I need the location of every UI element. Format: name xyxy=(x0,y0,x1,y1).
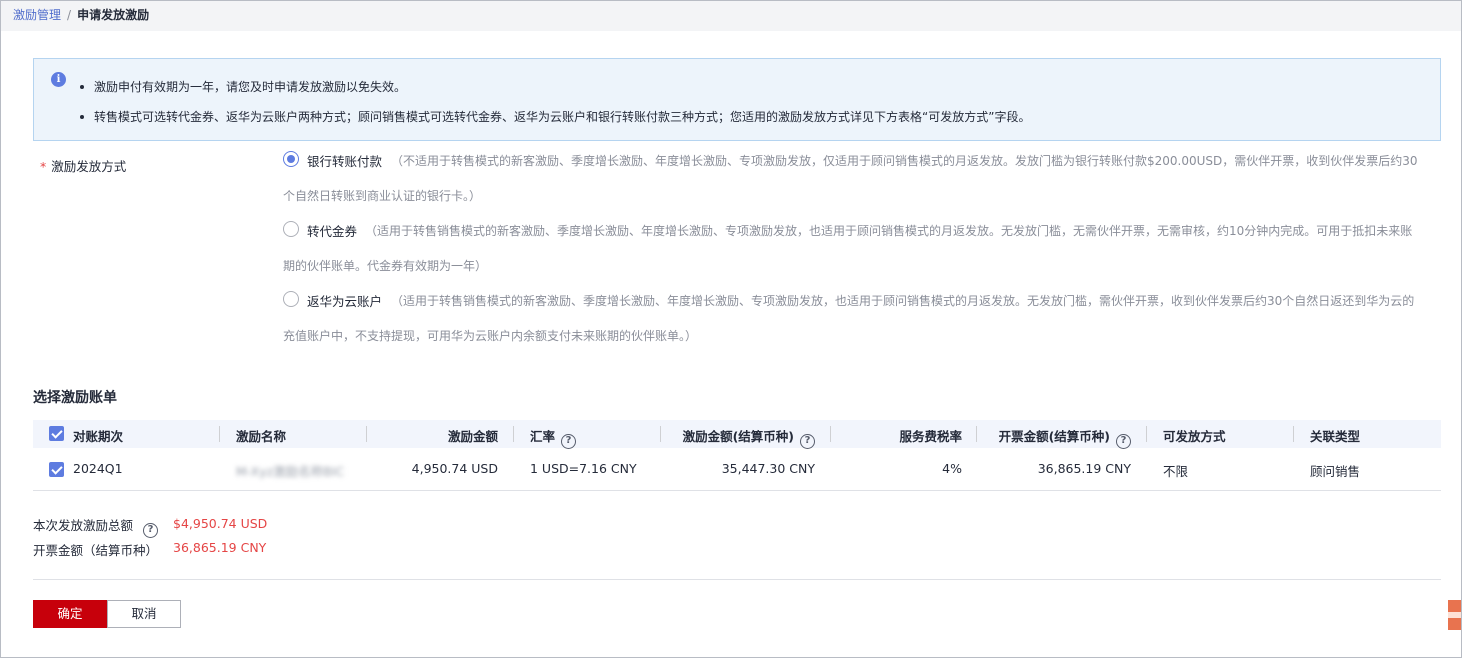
header-tax-rate[interactable]: 服务费税率 xyxy=(899,426,962,445)
breadcrumb: 激励管理 / 申请发放激励 xyxy=(13,6,149,23)
help-icon[interactable]: ? xyxy=(1116,434,1131,449)
help-icon[interactable]: ? xyxy=(143,523,159,538)
radio-button[interactable] xyxy=(283,221,299,237)
payout-method-label: * 激励发放方式 xyxy=(40,156,126,175)
header-type[interactable]: 关联类型 xyxy=(1310,426,1360,445)
cell-period: 2024Q1 xyxy=(73,461,123,476)
info-icon: i xyxy=(51,72,66,87)
radio-option-description-cont: 期的伙伴账单。代金券有效期为一年） xyxy=(283,259,488,273)
section-title-select-bills: 选择激励账单 xyxy=(33,390,117,406)
radio-option-description: （适用于转售销售模式的新客激励、季度增长激励、年度增长激励、专项激励发放，也适用… xyxy=(365,224,1413,238)
column-divider[interactable] xyxy=(366,426,367,442)
select-all-checkbox[interactable] xyxy=(49,426,64,441)
radio-option-label[interactable]: 银行转账付款 xyxy=(307,151,382,170)
summary-total-label-text: 本次发放激励总额 xyxy=(33,518,134,533)
top-bar: 激励管理 / 申请发放激励 xyxy=(1,1,1461,31)
confirm-button[interactable]: 确定 xyxy=(33,600,107,628)
breadcrumb-link-incentive-management[interactable]: 激励管理 xyxy=(13,8,61,22)
help-icon[interactable]: ? xyxy=(800,434,815,449)
radio-option-description: （适用于转售销售模式的新客激励、季度增长激励、年度增长激励、专项激励发放，也适用… xyxy=(391,294,1415,308)
cell-invoice-amount: 36,865.19 CNY xyxy=(1037,461,1131,476)
radio-option-label[interactable]: 转代金券 xyxy=(307,221,357,240)
column-divider[interactable] xyxy=(660,426,661,442)
cancel-button[interactable]: 取消 xyxy=(107,600,181,628)
column-divider[interactable] xyxy=(219,426,220,442)
header-name[interactable]: 激励名称 xyxy=(236,426,286,445)
notice-item-text: 转售模式可选转代金券、返华为云账户两种方式；顾问销售模式可选转代金券、返华为云账… xyxy=(94,110,1031,124)
cell-name: M-Xyz激励名称BIC xyxy=(236,464,345,479)
radio-button[interactable] xyxy=(283,151,299,167)
notice-item: 转售模式可选转代金券、返华为云账户两种方式；顾问销售模式可选转代金券、返华为云账… xyxy=(80,108,1030,125)
cell-amount: 4,950.74 USD xyxy=(411,461,498,476)
row-checkbox[interactable] xyxy=(49,462,64,477)
cell-tax-rate: 4% xyxy=(942,461,962,476)
notice-banner: i 激励申付有效期为一年，请您及时申请发放激励以免失效。 转售模式可选转代金券、… xyxy=(33,58,1441,141)
header-settle-amount[interactable]: 激励金额(结算币种)? xyxy=(683,426,815,449)
cell-settle-amount: 35,447.30 CNY xyxy=(721,461,815,476)
column-divider[interactable] xyxy=(1146,426,1147,442)
column-divider[interactable] xyxy=(830,426,831,442)
breadcrumb-current-page: 申请发放激励 xyxy=(77,8,150,22)
header-invoice-amount[interactable]: 开票金额(结算币种)? xyxy=(999,426,1131,449)
summary-invoice-label: 开票金额（结算币种） xyxy=(33,543,159,558)
header-amount[interactable]: 激励金额 xyxy=(448,426,498,445)
cell-rate: 1 USD=7.16 CNY xyxy=(530,461,637,476)
cell-type: 顾问销售 xyxy=(1310,464,1361,479)
column-divider[interactable] xyxy=(976,426,977,442)
cell-method: 不限 xyxy=(1163,464,1189,479)
column-divider[interactable] xyxy=(513,426,514,442)
header-period[interactable]: 对账期次 xyxy=(73,426,123,445)
table-header: 对账期次 激励名称 激励金额 汇率? 激励金额(结算币种)? 服务费税率 开票金… xyxy=(33,420,1441,449)
footer-divider xyxy=(33,579,1441,580)
header-invoice-amount-label: 开票金额(结算币种) xyxy=(998,429,1110,444)
summary-total-value: $4,950.74 USD xyxy=(173,516,268,531)
radio-button[interactable] xyxy=(283,291,299,307)
notice-item-text: 激励申付有效期为一年，请您及时申请发放激励以免失效。 xyxy=(94,80,407,94)
summary-total-label: 本次发放激励总额? xyxy=(33,515,159,538)
radio-option-label[interactable]: 返华为云账户 xyxy=(307,291,382,310)
header-method[interactable]: 可发放方式 xyxy=(1163,426,1226,445)
floating-side-tab-mark xyxy=(1448,612,1461,618)
radio-option-description: （不适用于转售模式的新客激励、季度增长激励、年度增长激励、专项激励发放，仅适用于… xyxy=(391,154,1418,168)
notice-item: 激励申付有效期为一年，请您及时申请发放激励以免失效。 xyxy=(80,78,406,95)
summary-invoice-value: 36,865.19 CNY xyxy=(173,540,267,555)
header-rate[interactable]: 汇率? xyxy=(530,426,577,449)
table-row[interactable]: 2024Q1 M-Xyz激励名称BIC 4,950.74 USD 1 USD=7… xyxy=(33,448,1441,491)
help-icon[interactable]: ? xyxy=(561,434,577,449)
payout-method-label-text: 激励发放方式 xyxy=(51,159,127,174)
radio-option-description-cont: 个自然日转账到商业认证的银行卡。） xyxy=(283,189,482,203)
radio-option-description-cont: 充值账户中，不支持提现，可用华为云账户内余额支付未来账期的伙伴账单。） xyxy=(283,329,698,343)
column-divider[interactable] xyxy=(1293,426,1294,442)
required-mark: * xyxy=(40,159,47,174)
breadcrumb-separator: / xyxy=(67,8,72,22)
header-rate-label: 汇率 xyxy=(530,429,556,444)
header-settle-amount-label: 激励金额(结算币种) xyxy=(682,429,794,444)
